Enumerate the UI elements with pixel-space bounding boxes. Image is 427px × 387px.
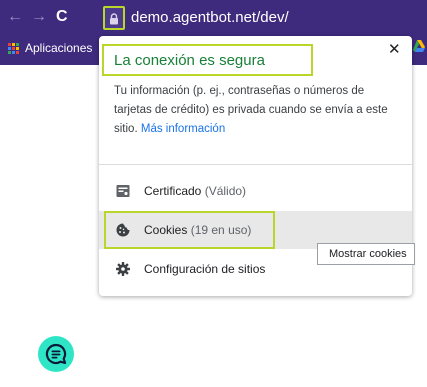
certificate-icon <box>116 185 130 197</box>
connection-description: Tu información (p. ej., contraseñas o nú… <box>114 82 394 139</box>
reload-icon[interactable]: C <box>56 9 68 25</box>
site-settings-label: Configuración de sitios <box>144 262 266 276</box>
bookmark-apps[interactable]: Aplicaciones <box>25 41 92 55</box>
site-info-lock-button[interactable] <box>103 6 125 30</box>
forward-arrow-icon[interactable]: → <box>31 9 47 25</box>
certificate-status: (Válido) <box>204 184 247 198</box>
address-bar-url[interactable]: demo.agentbot.net/dev/ <box>131 9 289 26</box>
chat-button[interactable] <box>38 336 74 372</box>
certificate-row[interactable]: Certificado (Válido) <box>99 172 412 210</box>
back-arrow-icon[interactable]: ← <box>7 9 23 25</box>
lock-icon <box>110 13 118 25</box>
cookies-highlight <box>104 211 275 249</box>
certificate-label: Certificado (Válido) <box>144 184 246 198</box>
tooltip: Mostrar cookies <box>317 243 415 265</box>
apps-grid-icon[interactable] <box>8 43 20 55</box>
more-info-link[interactable]: Más información <box>141 123 225 135</box>
gear-icon <box>116 262 130 276</box>
chat-icon <box>45 343 67 365</box>
drive-icon[interactable] <box>413 40 425 54</box>
certificate-text: Certificado <box>144 184 202 198</box>
connection-secure-title: La conexión es segura <box>114 52 265 69</box>
divider <box>99 164 412 165</box>
close-icon[interactable]: ✕ <box>388 40 401 58</box>
